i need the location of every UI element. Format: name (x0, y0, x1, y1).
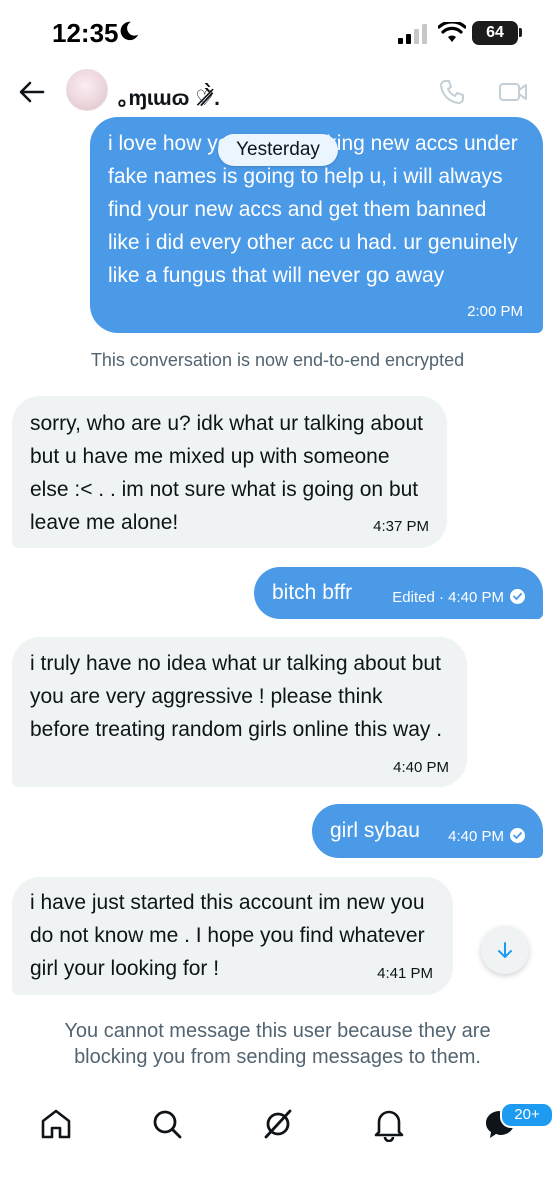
battery-cap (519, 28, 522, 37)
home-icon[interactable] (38, 1106, 74, 1142)
moon-icon (120, 21, 139, 41)
incoming-message[interactable]: sorry, who are u? idk what ur talking ab… (12, 396, 447, 548)
date-separator: Yesterday (218, 134, 338, 166)
incoming-message[interactable]: i have just started this account im new … (12, 877, 453, 995)
wifi-icon (438, 22, 466, 42)
message-time: 4:40 PM (393, 759, 449, 776)
notifications-icon[interactable] (371, 1106, 407, 1142)
message-time-label: Edited · 4:40 PM (392, 589, 504, 606)
message-time: 4:40 PM (448, 828, 525, 846)
conversation-header: ｡ɱɩɯɷ ♡̷̸̷̷̀̀. (0, 64, 555, 120)
status-time: 12:35 (52, 18, 119, 48)
message-text: i truly have no idea what ur talking abo… (30, 652, 443, 741)
message-time-label: 4:40 PM (448, 828, 504, 845)
messages-badge: 20+ (500, 1102, 554, 1128)
grok-icon[interactable] (260, 1106, 296, 1142)
outgoing-message[interactable]: bitch bffr Edited · 4:40 PM (254, 567, 543, 619)
status-bar: 12:35 64 (0, 0, 555, 64)
message-text: i have just started this account im new … (30, 891, 425, 980)
back-arrow-icon[interactable] (18, 78, 46, 106)
dm-conversation-screen: 12:35 64 ｡ɱɩɯɷ ♡̷̸̷̷̀̀. i love how new a… (0, 0, 555, 1200)
video-call-icon[interactable] (498, 80, 528, 104)
message-time: 4:41 PM (377, 965, 433, 982)
message-time: 4:37 PM (373, 518, 429, 535)
scroll-to-bottom-button[interactable] (481, 926, 529, 974)
incoming-message[interactable]: i truly have no idea what ur talking abo… (12, 637, 467, 787)
contact-avatar[interactable] (66, 69, 108, 111)
bottom-tab-bar (0, 1100, 555, 1200)
blocked-notice: You cannot message this user because the… (64, 1020, 491, 1068)
read-receipt-icon (510, 828, 525, 843)
arrow-down-icon (498, 942, 512, 958)
search-icon[interactable] (149, 1106, 185, 1142)
outgoing-message[interactable]: girl sybau 4:40 PM (312, 804, 543, 858)
message-time: Edited · 4:40 PM (392, 589, 525, 607)
phone-call-icon[interactable] (438, 78, 466, 106)
read-receipt-icon (510, 589, 525, 604)
message-time: 2:00 PM (467, 303, 523, 320)
encryption-notice: This conversation is now end-to-end encr… (90, 350, 465, 370)
contact-name[interactable]: ｡ɱɩɯɷ ♡̷̸̷̷̀̀. (118, 82, 220, 112)
message-text: sorry, who are u? idk what ur talking ab… (30, 412, 423, 534)
battery-indicator: 64 (472, 21, 518, 45)
battery-level: 64 (486, 24, 504, 41)
signal-icon (398, 24, 427, 44)
